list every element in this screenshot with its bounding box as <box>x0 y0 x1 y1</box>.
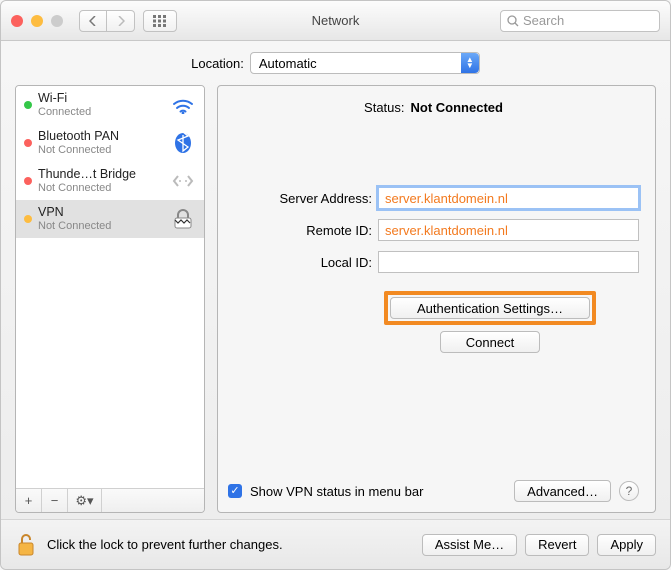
service-status: Not Connected <box>38 219 111 233</box>
service-name: Thunde…t Bridge <box>38 167 136 181</box>
footer-buttons: Assist Me… Revert Apply <box>422 534 656 556</box>
bluetooth-icon <box>170 132 196 154</box>
service-name: VPN <box>38 205 111 219</box>
remote-id-row: Remote ID: <box>228 217 639 243</box>
service-name: Bluetooth PAN <box>38 129 119 143</box>
local-id-row: Local ID: <box>228 249 639 275</box>
service-list: Wi-FiConnectedBluetooth PANNot Connected… <box>16 86 204 488</box>
authentication-settings-button[interactable]: Authentication Settings… <box>390 297 590 319</box>
location-popup[interactable]: Automatic ▲▼ <box>250 52 480 74</box>
remote-id-input[interactable] <box>378 219 639 241</box>
forward-button[interactable] <box>107 10 135 32</box>
local-id-input[interactable] <box>378 251 639 273</box>
server-address-label: Server Address: <box>228 191 378 206</box>
window-title: Network <box>312 13 360 28</box>
advanced-button[interactable]: Advanced… <box>514 480 611 502</box>
status-dot-icon <box>24 177 32 185</box>
apply-button[interactable]: Apply <box>597 534 656 556</box>
window-footer: Click the lock to prevent further change… <box>1 519 670 569</box>
lock-icon[interactable] <box>15 532 39 558</box>
detail-bottom-bar: ✓ Show VPN status in menu bar Advanced… … <box>228 480 639 502</box>
chevron-left-icon <box>89 16 97 26</box>
location-value: Automatic <box>259 56 317 71</box>
service-actions-button[interactable]: ⚙︎▾ <box>68 489 102 512</box>
service-item-vpn[interactable]: VPNNot Connected <box>16 200 204 238</box>
status-dot-icon <box>24 139 32 147</box>
lock-text: Click the lock to prevent further change… <box>47 537 283 552</box>
search-icon <box>507 15 519 27</box>
highlight-frame: Authentication Settings… <box>384 291 596 325</box>
service-item-thunderbolt[interactable]: Thunde…t BridgeNot Connected <box>16 162 204 200</box>
service-status: Connected <box>38 105 91 119</box>
wifi-icon <box>170 94 196 116</box>
show-vpn-status-checkbox[interactable]: ✓ <box>228 484 242 498</box>
status-dot-icon <box>24 215 32 223</box>
remove-service-button[interactable]: − <box>42 489 68 512</box>
local-id-label: Local ID: <box>228 255 378 270</box>
status-label: Status: <box>364 100 404 115</box>
service-name: Wi-Fi <box>38 91 91 105</box>
service-status: Not Connected <box>38 181 136 195</box>
server-address-input[interactable] <box>378 187 639 209</box>
service-item-bluetooth[interactable]: Bluetooth PANNot Connected <box>16 124 204 162</box>
status-dot-icon <box>24 101 32 109</box>
service-item-wifi[interactable]: Wi-FiConnected <box>16 86 204 124</box>
location-label: Location: <box>191 56 244 71</box>
zoom-icon[interactable] <box>51 15 63 27</box>
status-value: Not Connected <box>411 100 503 115</box>
titlebar: Network Search <box>1 1 670 41</box>
server-address-row: Server Address: <box>228 185 639 211</box>
network-preferences-window: Network Search Location: Automatic ▲▼ Wi… <box>0 0 671 570</box>
main-content: Wi-FiConnectedBluetooth PANNot Connected… <box>1 85 670 519</box>
grid-icon <box>153 15 167 27</box>
vpn-icon <box>170 208 196 230</box>
close-icon[interactable] <box>11 15 23 27</box>
detail-pane: Status: Not Connected Server Address: Re… <box>217 85 656 513</box>
status-row: Status: Not Connected <box>228 100 639 115</box>
back-button[interactable] <box>79 10 107 32</box>
chevron-right-icon <box>117 16 125 26</box>
location-row: Location: Automatic ▲▼ <box>1 41 670 85</box>
sidebar-footer: + − ⚙︎▾ <box>16 488 204 512</box>
service-sidebar: Wi-FiConnectedBluetooth PANNot Connected… <box>15 85 205 513</box>
search-field[interactable]: Search <box>500 10 660 32</box>
show-vpn-status-label: Show VPN status in menu bar <box>250 484 423 499</box>
revert-button[interactable]: Revert <box>525 534 589 556</box>
button-stack: Authentication Settings… Connect <box>384 291 639 353</box>
thunderbolt-icon <box>170 170 196 192</box>
minimize-icon[interactable] <box>31 15 43 27</box>
show-all-button[interactable] <box>143 10 177 32</box>
connect-button[interactable]: Connect <box>440 331 540 353</box>
popup-arrows-icon: ▲▼ <box>461 53 479 73</box>
search-placeholder: Search <box>523 13 564 28</box>
service-status: Not Connected <box>38 143 119 157</box>
assist-me-button[interactable]: Assist Me… <box>422 534 517 556</box>
remote-id-label: Remote ID: <box>228 223 378 238</box>
window-controls <box>11 15 63 27</box>
add-service-button[interactable]: + <box>16 489 42 512</box>
nav-back-forward <box>79 10 135 32</box>
help-button[interactable]: ? <box>619 481 639 501</box>
